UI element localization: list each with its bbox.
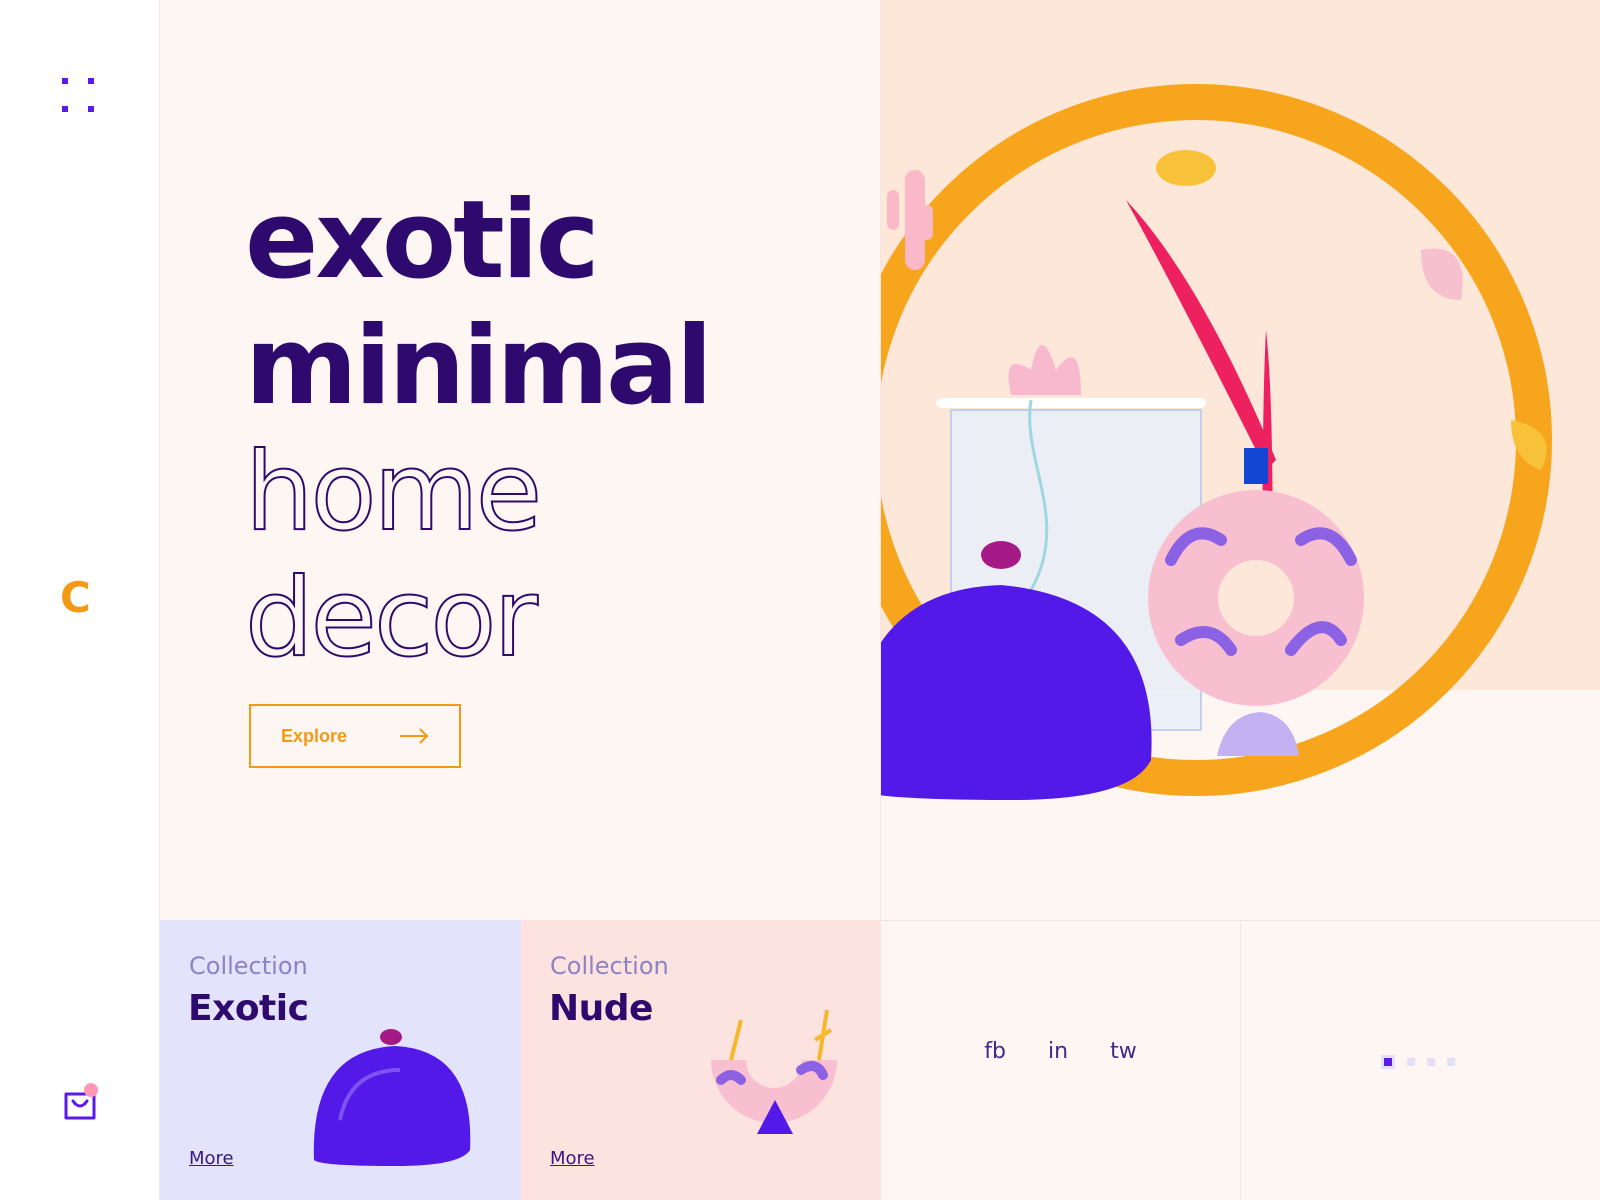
- small-dome: [1217, 712, 1299, 756]
- lotus-flower: [1008, 345, 1081, 395]
- social-links-panel: fb in tw: [881, 920, 1241, 1200]
- grid-dots-icon[interactable]: [62, 78, 94, 112]
- pagination-dots: [1381, 1055, 1455, 1069]
- collection-title: Nude: [549, 988, 653, 1029]
- collection-title: Exotic: [188, 988, 309, 1029]
- decor-illustration: [881, 84, 1552, 800]
- social-link-facebook[interactable]: fb: [984, 1039, 1006, 1064]
- logo-icon[interactable]: C: [60, 577, 100, 619]
- collection-more-link[interactable]: More: [189, 1148, 234, 1169]
- collection-more-link[interactable]: More: [550, 1148, 595, 1169]
- collection-card-exotic[interactable]: Collection Exotic More: [160, 920, 521, 1200]
- cart-badge: [84, 1083, 98, 1097]
- headline-line-decor: decor: [244, 555, 539, 682]
- nude-thumbnail: [711, 1009, 837, 1134]
- collection-card-nude[interactable]: Collection Nude More: [521, 920, 881, 1200]
- dome-knob: [981, 541, 1021, 569]
- headline-line-exotic: exotic: [245, 178, 600, 303]
- vase-rim: [936, 398, 1206, 408]
- hero-illustration-panel: [881, 0, 1600, 920]
- social-link-linkedin[interactable]: in: [1048, 1039, 1068, 1064]
- page-dot-active[interactable]: [1381, 1055, 1395, 1069]
- exotic-thumbnail: [313, 1029, 471, 1166]
- social-links: fb in tw: [881, 1039, 1240, 1064]
- donut-hole: [1218, 560, 1294, 636]
- pagination-panel: [1241, 920, 1600, 1200]
- vase-neck: [1244, 448, 1268, 484]
- headline-line-home: home: [244, 429, 543, 556]
- hero-headline: exotic minimal home decor: [244, 178, 713, 682]
- headline-line-minimal: minimal: [245, 304, 713, 429]
- collection-kicker: Collection: [189, 952, 308, 980]
- collection-kicker: Collection: [550, 952, 669, 980]
- page-dot[interactable]: [1427, 1058, 1435, 1066]
- cactus-arm-left: [887, 190, 899, 230]
- shell: [1421, 248, 1463, 300]
- cactus-arm-right: [921, 205, 933, 240]
- explore-button[interactable]: Explore: [249, 704, 461, 768]
- explore-button-label: Explore: [281, 725, 348, 746]
- sidebar: C: [0, 0, 160, 1200]
- page-dot[interactable]: [1447, 1058, 1455, 1066]
- page-dot[interactable]: [1407, 1058, 1415, 1066]
- cactus-ball: [1156, 150, 1216, 186]
- social-link-twitter[interactable]: tw: [1110, 1039, 1137, 1064]
- arrow-right-icon: [400, 728, 429, 744]
